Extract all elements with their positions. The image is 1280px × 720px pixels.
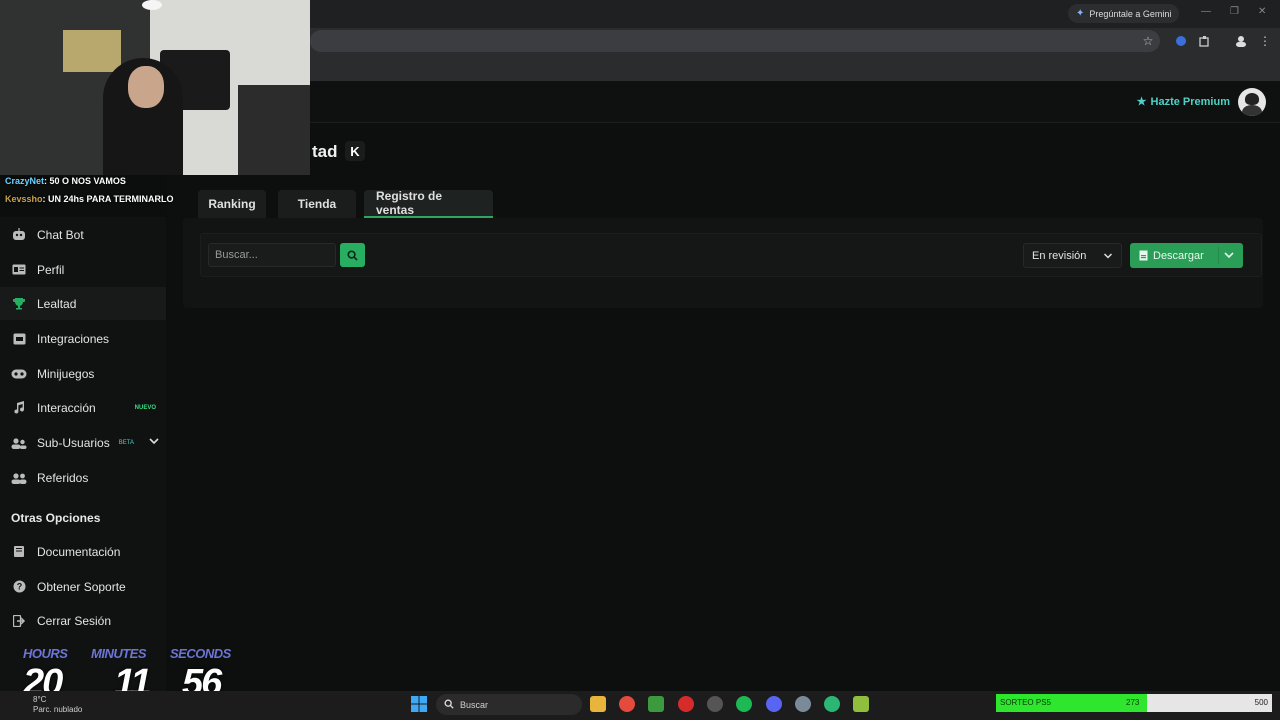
extensions-puzzle-icon[interactable]: [1198, 34, 1212, 48]
status-select-value: En revisión: [1032, 249, 1087, 262]
robot-icon: [11, 227, 27, 243]
premium-label: Hazte Premium: [1150, 95, 1230, 108]
chrome-icon[interactable]: [619, 696, 635, 712]
id-card-icon: [11, 262, 27, 278]
plug-icon: [11, 331, 27, 347]
search-input[interactable]: [208, 243, 336, 267]
xbox-icon[interactable]: [648, 696, 664, 712]
question-icon: ?: [11, 579, 27, 595]
status-select[interactable]: En revisión: [1023, 243, 1122, 268]
page-title: tad: [312, 142, 338, 161]
opera-icon[interactable]: [678, 696, 694, 712]
minecraft-icon[interactable]: [853, 696, 869, 712]
beta-badge: BETA: [118, 439, 134, 446]
webcam-overlay: [0, 0, 310, 175]
sidebar-item-obtener-soporte[interactable]: ? Obtener Soporte: [0, 570, 166, 603]
sorteo-max: 500: [1254, 698, 1268, 707]
chevron-down-icon: [1224, 252, 1234, 259]
trophy-icon: [11, 296, 27, 312]
avatar[interactable]: [1238, 88, 1266, 116]
sidebar-item-referidos[interactable]: Referidos: [0, 461, 166, 494]
gemini-sparkle-icon: ✦: [1076, 8, 1085, 19]
tab-ranking[interactable]: Ranking: [198, 190, 266, 218]
timer-hours-label: HOURS: [23, 646, 68, 661]
search-button[interactable]: [340, 243, 365, 267]
screen: ✦ Pregúntale a Gemini — ❐ ✕ ☆ ⋮ ★ Hazte …: [0, 0, 1280, 720]
search-icon: [347, 249, 358, 261]
sidebar-item-sub-usuarios[interactable]: Sub-Usuarios BETA: [0, 426, 166, 459]
kick-badge: K: [345, 141, 365, 161]
app-icon[interactable]: [824, 696, 840, 712]
sorteo-label: SORTEO PS5: [1000, 698, 1051, 707]
weather-temperature: 8°C: [33, 695, 47, 704]
sorteo-value: 273: [1126, 698, 1140, 707]
book-icon: [11, 544, 27, 560]
maximize-icon[interactable]: ❐: [1230, 6, 1239, 17]
profile-icon[interactable]: [1234, 34, 1248, 48]
address-bar[interactable]: [310, 30, 1160, 52]
file-explorer-icon[interactable]: [590, 696, 606, 712]
discord-icon[interactable]: [766, 696, 782, 712]
sidebar-item-cerrar-sesion[interactable]: Cerrar Sesión: [0, 604, 166, 637]
bookmark-star-icon[interactable]: ☆: [1141, 34, 1155, 48]
settings-gear-icon[interactable]: [795, 696, 811, 712]
download-button[interactable]: Descargar: [1130, 243, 1243, 268]
download-label: Descargar: [1153, 249, 1204, 262]
music-icon: [11, 400, 27, 416]
logout-icon: [11, 613, 27, 629]
gemini-button[interactable]: ✦ Pregúntale a Gemini: [1068, 4, 1180, 23]
chevron-down-icon: [1103, 252, 1113, 259]
tab-registro-de-ventas[interactable]: Registro de ventas: [364, 189, 493, 218]
premium-link[interactable]: ★ Hazte Premium: [1136, 95, 1230, 109]
menu-kebab-icon[interactable]: ⋮: [1258, 34, 1272, 48]
gemini-label: Pregúntale a Gemini: [1089, 8, 1172, 19]
minimize-icon[interactable]: —: [1201, 6, 1211, 17]
spotify-icon[interactable]: [736, 696, 752, 712]
user-group-icon: [11, 470, 27, 486]
sidebar-item-minijuegos[interactable]: Minijuegos: [0, 357, 166, 390]
section-title-otras-opciones: Otras Opciones: [11, 511, 101, 525]
tab-tienda[interactable]: Tienda: [278, 190, 356, 218]
sidebar-item-lealtad[interactable]: Lealtad: [0, 287, 166, 320]
chat-message: CrazyNet: 50 O NOS VAMOS: [5, 176, 126, 186]
chevron-down-icon: [149, 438, 159, 445]
gamepad-icon: [11, 366, 27, 382]
sidebar-item-perfil[interactable]: Perfil: [0, 253, 166, 286]
star-icon: ★: [1136, 96, 1147, 108]
svg-text:?: ?: [16, 582, 22, 592]
weather-widget[interactable]: Parc. nublado: [33, 705, 82, 714]
sidebar-item-documentacion[interactable]: Documentación: [0, 535, 166, 568]
timer-minutes-label: MINUTES: [91, 646, 147, 661]
chat-message: Kevssho: UN 24hs PARA TERMINARLO: [5, 194, 174, 204]
file-download-icon: [1139, 250, 1148, 261]
users-icon: [11, 435, 27, 451]
timer-seconds-label: SECONDS: [170, 646, 231, 661]
sorteo-progress-bar: SORTEO PS5 273 500: [996, 694, 1272, 712]
taskbar-search[interactable]: Buscar: [436, 694, 582, 715]
sidebar-item-interaccion[interactable]: Interacción NUEVO: [0, 391, 166, 424]
sidebar-item-chat-bot[interactable]: Chat Bot: [0, 218, 166, 251]
extension-icon[interactable]: [1174, 34, 1188, 48]
new-badge: NUEVO: [134, 404, 156, 411]
windows-start-icon[interactable]: [411, 696, 427, 712]
close-window-icon[interactable]: ✕: [1258, 6, 1266, 17]
app-icon[interactable]: [707, 696, 723, 712]
sidebar-item-integraciones[interactable]: Integraciones: [0, 322, 166, 355]
search-icon: [444, 699, 454, 709]
